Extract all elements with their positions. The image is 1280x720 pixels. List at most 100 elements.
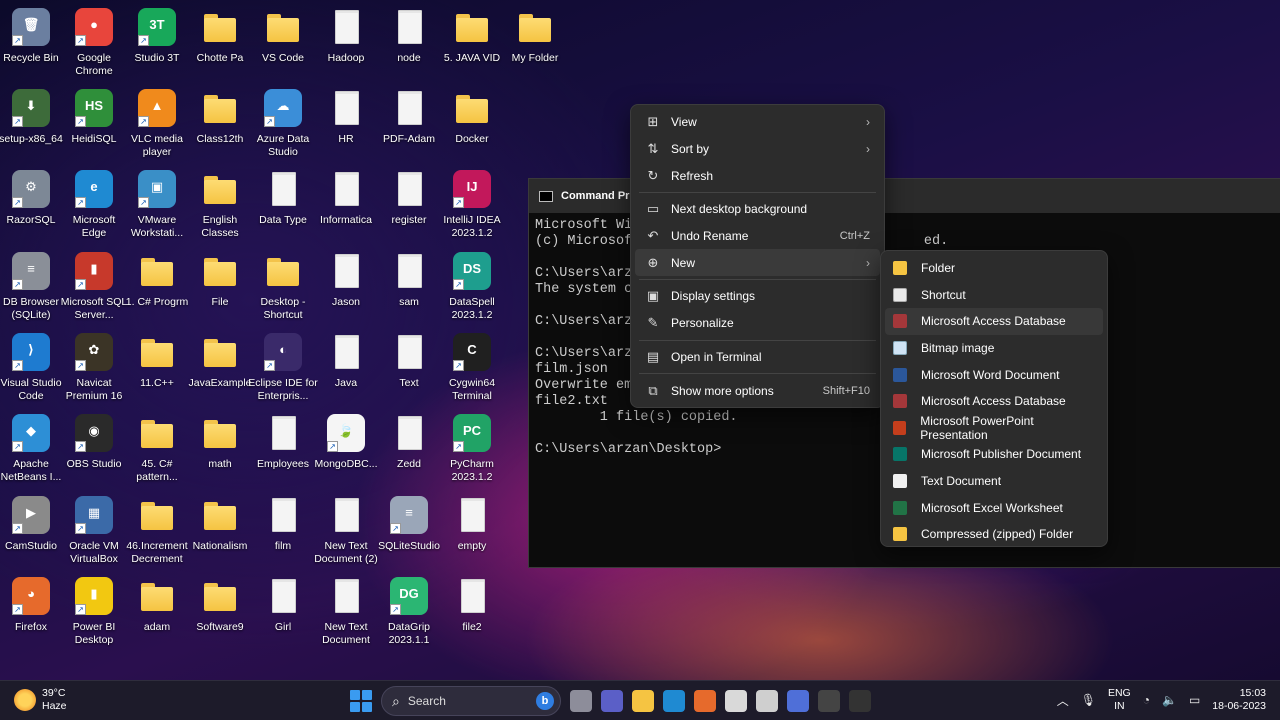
unity-icon[interactable] bbox=[756, 690, 778, 712]
desktop-icon[interactable]: JavaExample bbox=[188, 329, 252, 407]
desktop-icon[interactable]: ⟩ ↗ Visual Studio Code bbox=[0, 329, 62, 407]
desktop-icon[interactable]: Girl bbox=[252, 573, 314, 651]
menu-item-sort-by[interactable]: ⇅ Sort by › bbox=[635, 136, 880, 163]
language-indicator[interactable]: ENG IN bbox=[1108, 687, 1131, 713]
desktop-icon[interactable]: IJ ↗ IntelliJ IDEA 2023.1.2 bbox=[441, 166, 503, 244]
desktop-icon[interactable]: ◕ ↗ Firefox bbox=[0, 573, 62, 651]
desktop-icon[interactable]: ▣ ↗ VMware Workstati... bbox=[126, 166, 188, 244]
menu-item-view[interactable]: ⊞ View › bbox=[635, 109, 880, 136]
desktop-icon[interactable]: adam bbox=[126, 573, 188, 651]
desktop-icon[interactable]: New Text Document (2) bbox=[314, 492, 378, 570]
menu-item-new[interactable]: ⊕ New › bbox=[635, 249, 880, 277]
desktop-icon[interactable]: HS ↗ HeidiSQL bbox=[63, 85, 125, 163]
desktop-icon[interactable]: C ↗ Cygwin64 Terminal bbox=[441, 329, 503, 407]
menu-item-show-more-options[interactable]: ⧉ Show more options Shift+F10 bbox=[635, 377, 880, 404]
desktop-icon[interactable]: ◆ ↗ Apache NetBeans I... bbox=[0, 410, 62, 488]
teams-icon[interactable] bbox=[601, 690, 623, 712]
menu-item-refresh[interactable]: ↻ Refresh bbox=[635, 162, 880, 189]
menu-item-personalize[interactable]: ✎ Personalize bbox=[635, 310, 880, 337]
desktop-icon[interactable]: 5. JAVA VID bbox=[441, 4, 503, 82]
desktop-icon[interactable]: ☁ ↗ Azure Data Studio bbox=[252, 85, 314, 163]
desktop-icon[interactable]: 45. C# pattern... bbox=[126, 410, 188, 488]
desktop-icon[interactable]: node bbox=[378, 4, 440, 82]
desktop-icon[interactable]: empty bbox=[441, 492, 503, 570]
desktop-icon[interactable]: ◉ ↗ OBS Studio bbox=[63, 410, 125, 488]
start-button[interactable] bbox=[350, 690, 372, 712]
desktop-icon[interactable]: ▮ ↗ Microsoft SQL Server... bbox=[61, 248, 127, 326]
desktop-icon[interactable]: VS Code bbox=[252, 4, 314, 82]
desktop-icon[interactable]: PDF-Adam bbox=[378, 85, 440, 163]
desktop-icon[interactable]: 46.Increment Decrement bbox=[126, 492, 188, 570]
desktop-icon[interactable]: Text bbox=[378, 329, 440, 407]
desktop-icon[interactable]: DS ↗ DataSpell 2023.1.2 bbox=[441, 248, 503, 326]
taskview-icon[interactable] bbox=[570, 690, 592, 712]
desktop-icon[interactable]: ● ↗ Google Chrome bbox=[63, 4, 125, 82]
new-item-text-document[interactable]: Text Document bbox=[885, 468, 1103, 495]
desktop-icon[interactable]: Docker bbox=[441, 85, 503, 163]
volume-icon[interactable]: 🔈 bbox=[1162, 693, 1177, 707]
file-explorer-icon[interactable] bbox=[632, 690, 654, 712]
desktop-icon[interactable]: ▮ ↗ Power BI Desktop bbox=[63, 573, 125, 651]
desktop-icon[interactable]: New Text Document bbox=[315, 573, 377, 651]
new-item-microsoft-word-document[interactable]: Microsoft Word Document bbox=[885, 361, 1103, 388]
vscode-like-icon[interactable] bbox=[787, 690, 809, 712]
desktop-icon[interactable]: Desktop - Shortcut bbox=[252, 248, 314, 326]
edge-icon[interactable] bbox=[663, 690, 685, 712]
firefox-icon[interactable] bbox=[694, 690, 716, 712]
desktop-icon[interactable]: Informatica bbox=[315, 166, 377, 244]
desktop-icon[interactable]: DG ↗ DataGrip 2023.1.1 bbox=[378, 573, 440, 651]
new-item-bitmap-image[interactable]: Bitmap image bbox=[885, 335, 1103, 362]
desktop-icon[interactable]: ▲ ↗ VLC media player bbox=[126, 85, 188, 163]
desktop-icon[interactable]: My Folder bbox=[504, 4, 566, 82]
desktop-icon[interactable]: Chotte Pa bbox=[189, 4, 251, 82]
obs-icon[interactable] bbox=[818, 690, 840, 712]
microphone-icon[interactable]: 🎙 bbox=[1081, 693, 1096, 707]
desktop-icon[interactable]: ▶ ↗ CamStudio bbox=[0, 492, 62, 570]
taskbar-search-box[interactable]: ⌕ Search b bbox=[381, 686, 561, 716]
bing-icon[interactable]: b bbox=[536, 692, 554, 710]
desktop-icon[interactable]: register bbox=[378, 166, 440, 244]
clock[interactable]: 15:03 18-06-2023 bbox=[1212, 687, 1266, 713]
desktop-icon[interactable]: Software9 bbox=[189, 573, 251, 651]
desktop-icon[interactable]: Class12th bbox=[189, 85, 251, 163]
new-item-microsoft-publisher-document[interactable]: Microsoft Publisher Document bbox=[885, 441, 1103, 468]
desktop-icon[interactable]: Java bbox=[315, 329, 377, 407]
desktop-icon[interactable]: 🗑 ↗ Recycle Bin bbox=[0, 4, 62, 82]
desktop-icon[interactable]: ▦ ↗ Oracle VM VirtualBox bbox=[63, 492, 125, 570]
menu-item-next-desktop-background[interactable]: ▭ Next desktop background bbox=[635, 196, 880, 223]
desktop-icon[interactable]: Data Type bbox=[252, 166, 314, 244]
new-item-microsoft-access-database[interactable]: Microsoft Access Database bbox=[885, 308, 1103, 335]
weather-widget[interactable]: 39°C Haze bbox=[14, 687, 67, 713]
desktop-icon[interactable]: 🍃 ↗ MongoDBC... bbox=[314, 410, 378, 488]
desktop-icon[interactable]: ◐ ↗ Eclipse IDE for Enterpris... bbox=[248, 329, 318, 407]
desktop-icon[interactable]: 3T ↗ Studio 3T bbox=[126, 4, 188, 82]
desktop-icon[interactable]: math bbox=[189, 410, 251, 488]
desktop-icon[interactable]: ⚙ ↗ RazorSQL bbox=[0, 166, 62, 244]
new-item-microsoft-powerpoint-presentation[interactable]: Microsoft PowerPoint Presentation bbox=[885, 414, 1103, 442]
terminal-icon[interactable] bbox=[849, 690, 871, 712]
desktop-icon[interactable]: English Classes bbox=[189, 166, 251, 244]
wifi-icon[interactable]: ◔ bbox=[1143, 693, 1150, 707]
desktop-icon[interactable]: Nationalism bbox=[189, 492, 251, 570]
new-item-folder[interactable]: Folder bbox=[885, 255, 1103, 282]
desktop-icon[interactable]: Jason bbox=[315, 248, 377, 326]
desktop-icon[interactable]: ⬇ ↗ setup-x86_64 bbox=[0, 85, 63, 163]
desktop-icon[interactable]: 1. C# Progrm bbox=[126, 248, 188, 326]
menu-item-display-settings[interactable]: ▣ Display settings bbox=[635, 283, 880, 310]
desktop-icon[interactable]: PC ↗ PyCharm 2023.1.2 bbox=[441, 410, 503, 488]
menu-item-open-in-terminal[interactable]: ▤ Open in Terminal bbox=[635, 344, 880, 371]
desktop-icon[interactable]: Zedd bbox=[378, 410, 440, 488]
desktop-icon[interactable]: Hadoop bbox=[315, 4, 377, 82]
desktop-icon[interactable]: ≡ ↗ DB Browser (SQLite) bbox=[0, 248, 62, 326]
desktop-icon[interactable]: ✿ ↗ Navicat Premium 16 bbox=[63, 329, 125, 407]
desktop-icon[interactable]: HR bbox=[315, 85, 377, 163]
desktop-icon[interactable]: Employees bbox=[252, 410, 314, 488]
desktop-icon[interactable]: e ↗ Microsoft Edge bbox=[63, 166, 125, 244]
desktop-icon[interactable]: ≡ ↗ SQLiteStudio bbox=[378, 492, 440, 570]
menu-item-undo-rename[interactable]: ↶ Undo Rename Ctrl+Z bbox=[635, 223, 880, 250]
desktop-icon[interactable]: File bbox=[189, 248, 251, 326]
desktop-icon[interactable]: film bbox=[252, 492, 314, 570]
store-icon[interactable] bbox=[725, 690, 747, 712]
desktop-icon[interactable]: file2 bbox=[441, 573, 503, 651]
new-item-microsoft-access-database[interactable]: Microsoft Access Database bbox=[885, 388, 1103, 415]
